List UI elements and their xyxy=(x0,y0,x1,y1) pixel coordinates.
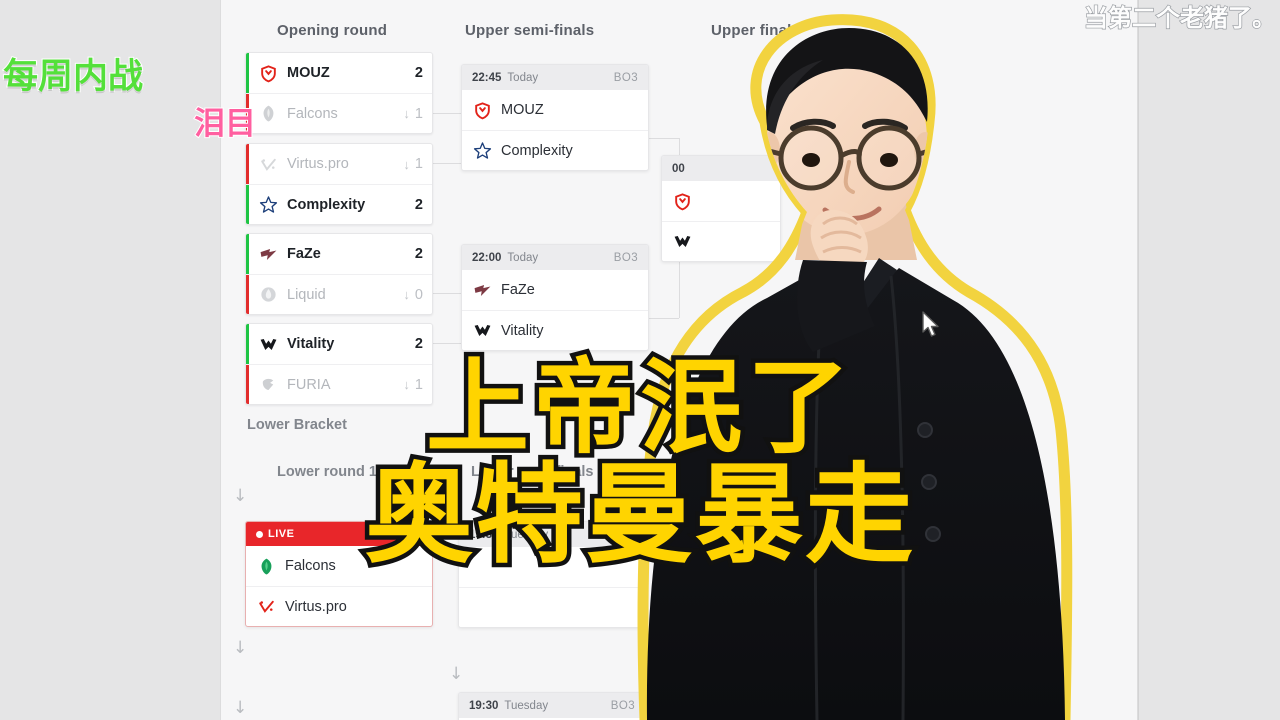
overlay-top-right-note: 当第二个老猪了。 xyxy=(1083,3,1276,32)
team-row-loser[interactable]: Virtus.pro ↓ 1 xyxy=(246,144,432,184)
arrow-down-icon: ↓ xyxy=(403,287,410,302)
team-score: ↓ 1 xyxy=(403,106,423,122)
overlay-subtitle: 上帝泯了 奥特曼暴走 xyxy=(0,348,1280,578)
faze-logo xyxy=(473,281,492,300)
vitality-logo xyxy=(473,321,492,340)
team-score: ↓ 0 xyxy=(403,287,423,303)
arrow-down-icon: ↓ xyxy=(449,664,464,684)
match-time: 19:30 xyxy=(469,699,499,712)
match-time: 22:00 xyxy=(472,251,502,264)
mouse-cursor xyxy=(921,311,943,339)
result-indicator-lose xyxy=(246,275,249,314)
team-name: Virtus.pro xyxy=(287,156,349,172)
score-value: 1 xyxy=(414,105,423,122)
faze-logo xyxy=(259,245,278,264)
result-indicator-win xyxy=(246,234,249,274)
subtitle-line-1: 上帝泯了 xyxy=(422,348,855,468)
falcons-logo xyxy=(259,104,278,123)
team-row[interactable]: Virtus.pro xyxy=(246,586,432,626)
team-score: 2 xyxy=(414,65,423,81)
team-name: FaZe xyxy=(287,246,321,262)
result-indicator-win xyxy=(246,185,249,224)
team-row-winner[interactable]: FaZe 2 xyxy=(246,234,432,274)
complexity-logo xyxy=(473,141,492,160)
team-name: Complexity xyxy=(287,196,366,213)
match-day: Today xyxy=(507,71,539,84)
mouz-logo xyxy=(259,64,278,83)
liquid-logo xyxy=(259,285,278,304)
arrow-down-icon: ↓ xyxy=(403,106,410,121)
score-value: 0 xyxy=(414,286,423,303)
team-score: 2 xyxy=(414,246,423,262)
overlay-pink-badge: 泪目 xyxy=(193,105,257,143)
arrow-down-icon: ↓ xyxy=(233,638,248,658)
round-title-upper-semis: Upper semi-finals xyxy=(465,22,595,39)
team-row-loser[interactable]: Liquid ↓ 0 xyxy=(246,274,432,314)
team-row-winner[interactable]: Complexity 2 xyxy=(246,184,432,224)
result-indicator-win xyxy=(246,53,249,93)
match-card-opening-3[interactable]: FaZe 2 Liquid ↓ 0 xyxy=(245,233,433,315)
virtuspro-logo xyxy=(257,597,276,616)
virtuspro-logo xyxy=(259,155,278,174)
vitality-logo xyxy=(259,335,278,354)
subtitle-line-2: 奥特曼暴走 xyxy=(360,452,917,578)
match-day: Tuesday xyxy=(504,699,549,712)
browser-screenshot: Opening round Upper semi-finals Upper fi… xyxy=(0,0,1280,720)
arrow-down-icon: ↓ xyxy=(233,698,248,718)
match-day: Today xyxy=(507,251,539,264)
team-name: Falcons xyxy=(287,105,338,122)
round-title-opening: Opening round xyxy=(277,22,388,39)
team-score: ↓ 1 xyxy=(403,156,423,172)
team-name: Liquid xyxy=(287,286,326,303)
team-name: MOUZ xyxy=(287,65,330,81)
team-score: 2 xyxy=(414,196,423,213)
complexity-logo xyxy=(259,195,278,214)
match-card-opening-1[interactable]: MOUZ 2 Falcons ↓ 1 xyxy=(245,52,433,134)
team-row-winner[interactable]: MOUZ 2 xyxy=(246,53,432,93)
team-name: Vitality xyxy=(287,336,335,352)
arrow-down-icon: ↓ xyxy=(403,156,410,172)
team-row-loser[interactable]: Falcons ↓ 1 xyxy=(246,93,432,133)
overlay-green-badge: 每周内战 xyxy=(2,56,144,98)
team-name: Virtus.pro xyxy=(285,598,347,615)
match-card-opening-2[interactable]: Virtus.pro ↓ 1 Complexity 2 xyxy=(245,143,433,225)
mouz-logo xyxy=(473,101,492,120)
match-time: 22:45 xyxy=(472,71,502,84)
result-indicator-lose xyxy=(246,144,249,184)
team-score: 2 xyxy=(414,336,423,352)
score-value: 1 xyxy=(414,156,423,172)
